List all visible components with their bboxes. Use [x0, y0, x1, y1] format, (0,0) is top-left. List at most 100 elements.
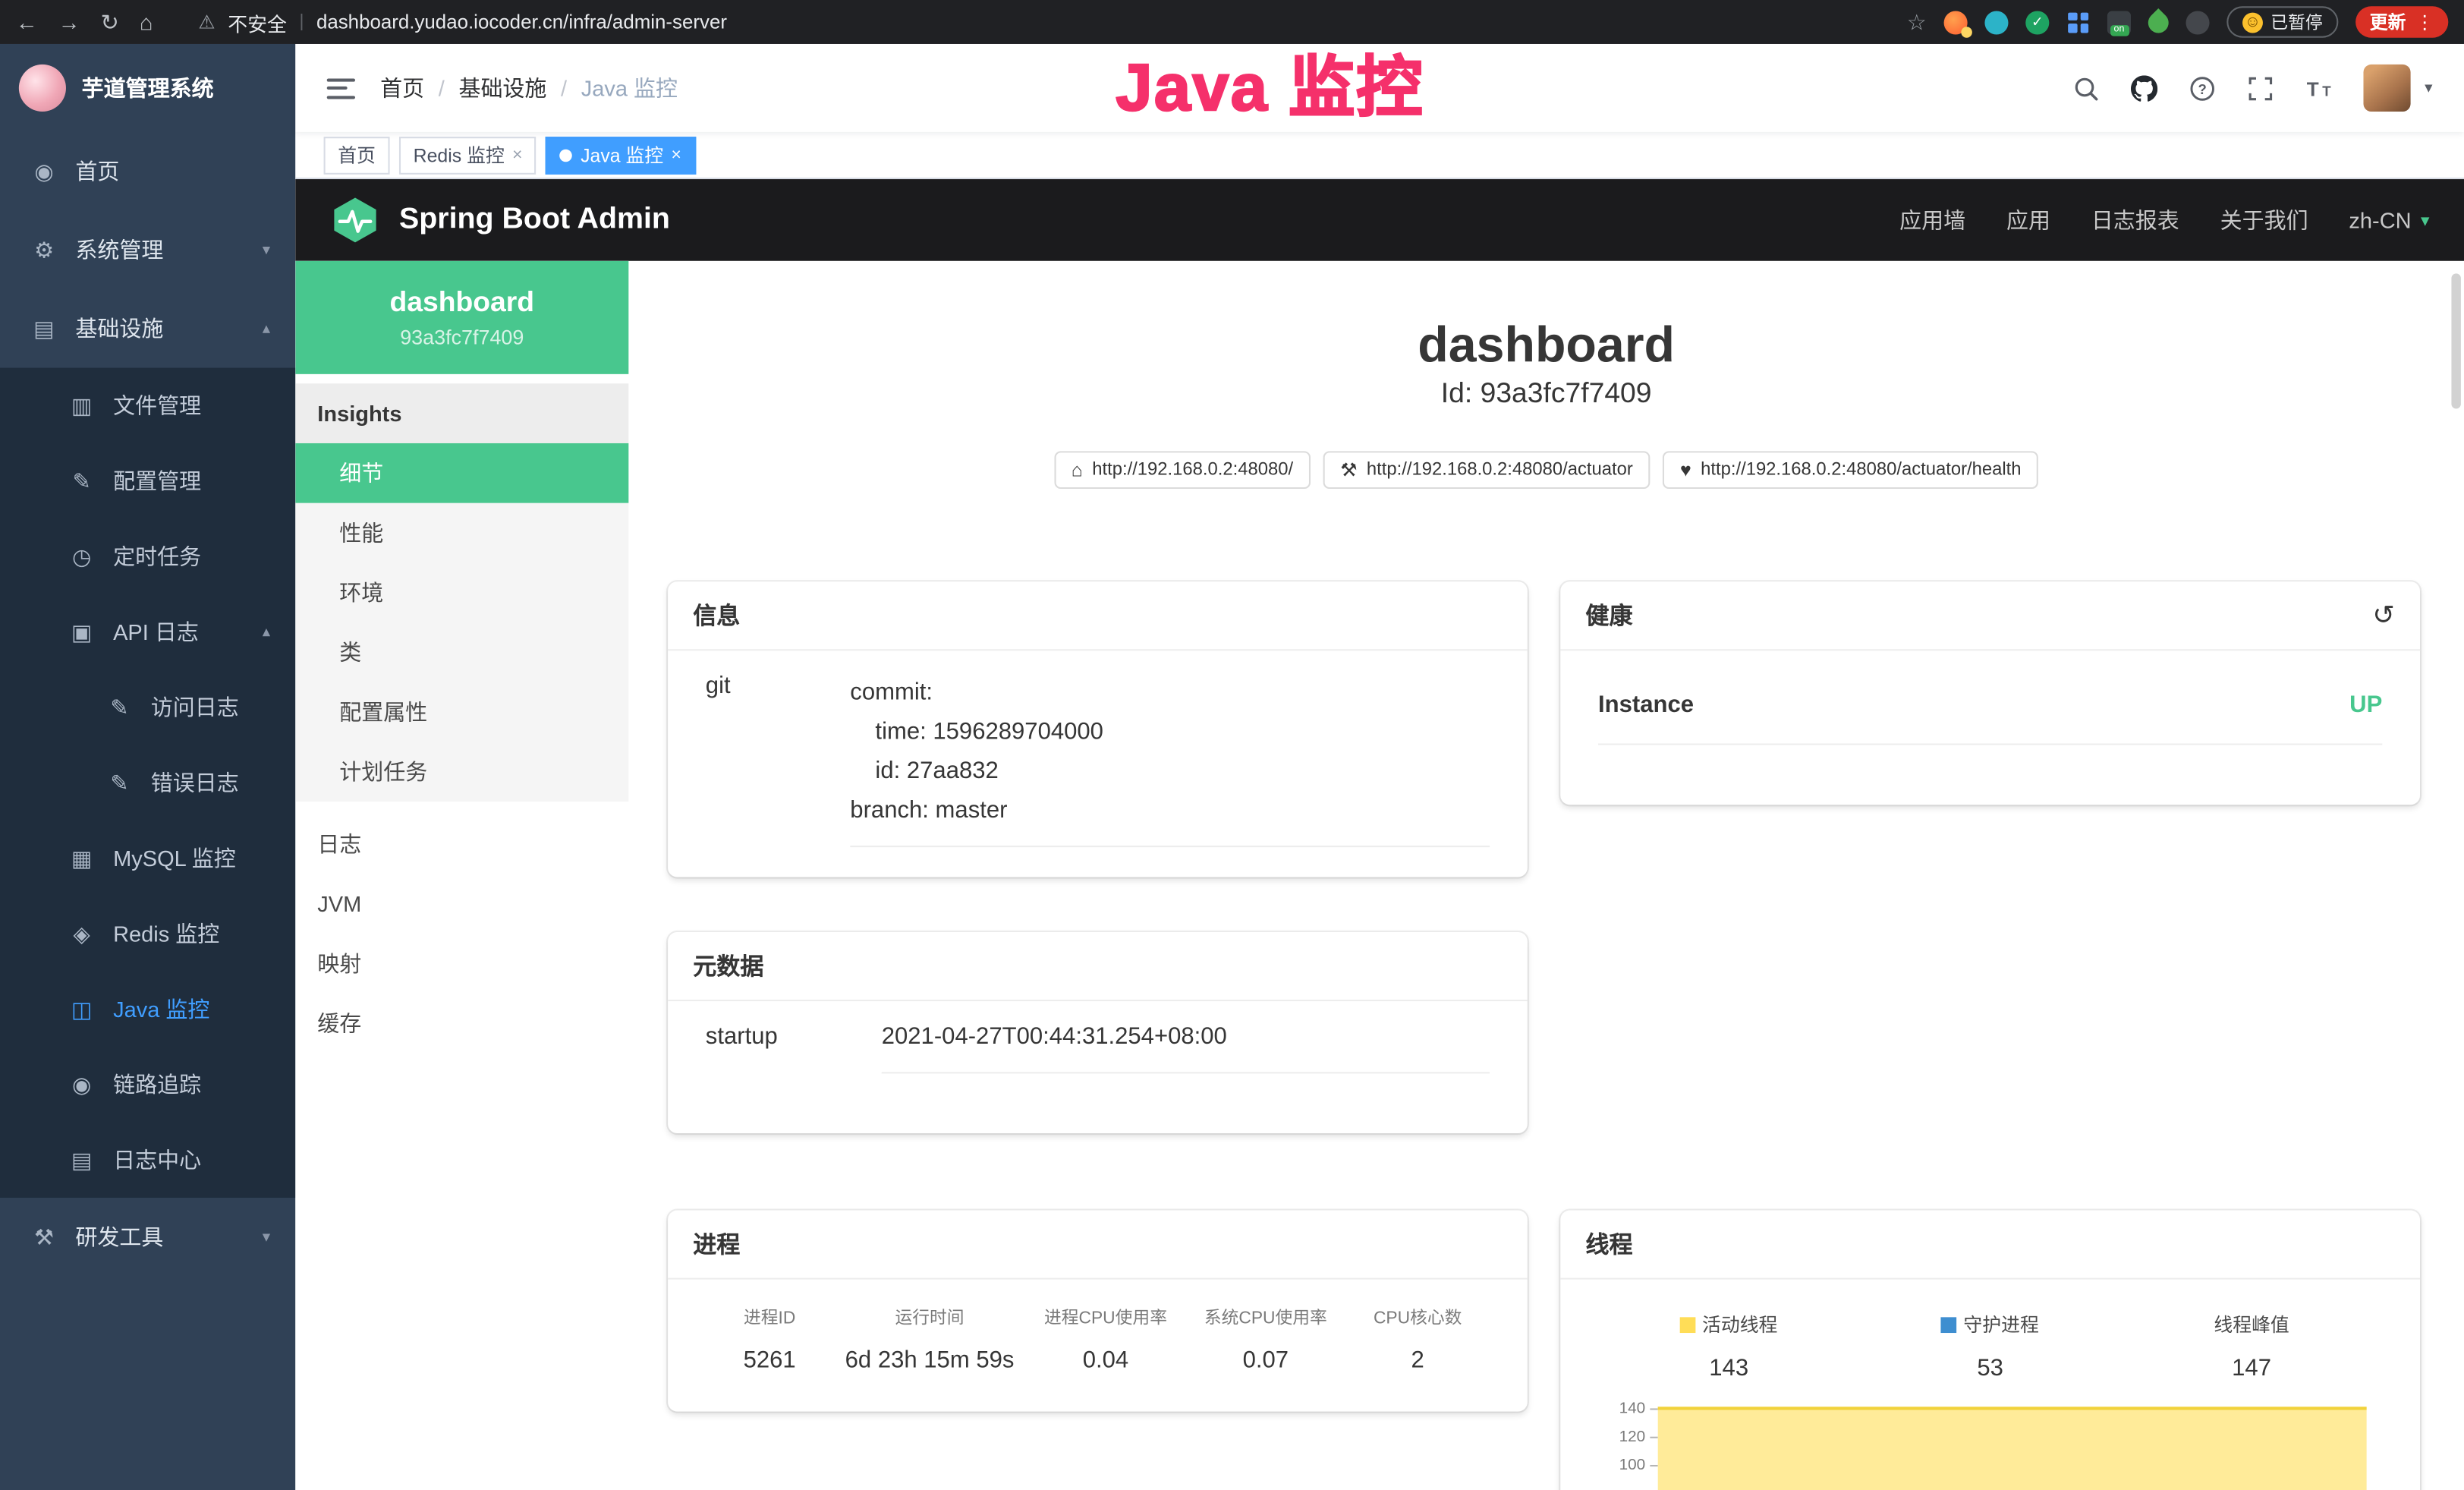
help-icon[interactable]: ? [2189, 74, 2217, 102]
sidebar-item-system[interactable]: ⚙ 系统管理 ▾ [0, 210, 295, 289]
tab-java-monitor[interactable]: Java 监控 × [546, 136, 696, 174]
log-icon: ▣ [69, 619, 94, 645]
health-url-button[interactable]: ♥ http://192.168.0.2:48080/actuator/heal… [1663, 452, 2038, 490]
github-icon[interactable] [2131, 74, 2159, 102]
address-bar[interactable]: ⚠ 不安全 | dashboard.yudao.iocoder.cn/infra… [198, 7, 1887, 36]
actuator-url-button[interactable]: ⚒ http://192.168.0.2:48080/actuator [1323, 452, 1650, 490]
browser-back-icon[interactable]: ← [16, 11, 38, 33]
sidebar-item-trace[interactable]: ◉ 链路追踪 [0, 1047, 295, 1122]
metadata-card-title: 元数据 [693, 950, 763, 983]
browser-update-button[interactable]: 更新 ⋮ [2355, 6, 2448, 37]
tab-bar: 首页 Redis 监控 × Java 监控 × [295, 132, 2464, 179]
sba-brand-title[interactable]: Spring Boot Admin [399, 203, 670, 238]
instance-name: dashboard [390, 286, 535, 319]
sidebar-item-error-log[interactable]: ✎ 错误日志 [0, 745, 295, 821]
sidebar-item-api-log[interactable]: ▣ API 日志 ▴ [0, 594, 295, 669]
url-separator: | [299, 13, 304, 32]
bookmark-star-icon[interactable]: ☆ [1907, 8, 1927, 35]
search-icon[interactable] [2072, 74, 2101, 102]
sba-menu-details[interactable]: 细节 [295, 443, 628, 503]
instance-header[interactable]: dashboard 93a3fc7f7409 [295, 261, 628, 374]
sidebar-item-java-monitor[interactable]: ◫ Java 监控 [0, 972, 295, 1047]
sidebar-item-home[interactable]: ◉ 首页 [0, 132, 295, 211]
tab-redis-monitor[interactable]: Redis 监控 × [399, 136, 537, 174]
tools-icon: ⚒ [31, 1224, 56, 1250]
sba-nav-journal[interactable]: 日志报表 [2091, 204, 2179, 235]
browser-menu-kebab-icon[interactable]: ⋮ [2415, 11, 2434, 33]
browser-reload-icon[interactable]: ↻ [101, 11, 119, 33]
avatar-caret-icon[interactable]: ▾ [2425, 80, 2432, 97]
status-badge: UP [2349, 692, 2382, 719]
extension-switch-icon[interactable]: on [2107, 10, 2131, 33]
chevron-down-icon: ▾ [263, 1228, 270, 1246]
sidebar-item-redis-monitor[interactable]: ◈ Redis 监控 [0, 896, 295, 971]
info-card: 信息 git commit: time: 1596289704000 [668, 582, 1528, 877]
extension-octopus-icon[interactable] [2186, 10, 2209, 33]
sba-nav-wallboard[interactable]: 应用墙 [1899, 204, 1965, 235]
breadcrumb-section[interactable]: 基础设施 [458, 72, 546, 103]
close-icon[interactable]: × [672, 146, 681, 165]
file-icon: ▥ [69, 392, 94, 419]
instance-links: ⌂ http://192.168.0.2:48080/ ⚒ http://192… [628, 452, 2464, 490]
heartbeat-icon: ♥ [1680, 461, 1691, 480]
sba-menu-mappings[interactable]: 映射 [295, 934, 628, 994]
health-instance-label: Instance [1598, 692, 1694, 719]
process-card: 进程 进程ID 运行时间 进程CPU使用率 系统CPU使用率 [668, 1211, 1528, 1412]
sba-menu-scheduled-tasks[interactable]: 计划任务 [295, 742, 628, 802]
sidebar-item-scheduled-job[interactable]: ◷ 定时任务 [0, 518, 295, 594]
sba-menu-caches[interactable]: 缓存 [295, 994, 628, 1054]
sba-insights-submenu: 细节 性能 环境 类 配置属性 计划任务 [295, 443, 628, 802]
sidebar-item-file-manage[interactable]: ▥ 文件管理 [0, 368, 295, 443]
threads-legend: 活动线程 守护进程 线程峰值 143 53 147 [1598, 1302, 2382, 1382]
sba-nav-about[interactable]: 关于我们 [2220, 204, 2308, 235]
home-icon: ⌂ [1072, 461, 1083, 480]
wrench-icon: ⚒ [1340, 461, 1357, 480]
page-subtitle: Id: 93a3fc7f7409 [628, 378, 2464, 411]
locale-selector[interactable]: zh-CN ▾ [2349, 207, 2429, 232]
sba-menu-environment[interactable]: 环境 [295, 562, 628, 622]
app-menu: ◉ 首页 ⚙ 系统管理 ▾ ▤ 基础设施 ▴ ▥ 文件管理 [0, 132, 295, 1277]
page-title: dashboard [628, 314, 2464, 374]
sidebar-collapse-icon[interactable] [327, 78, 355, 99]
tab-home[interactable]: 首页 [324, 136, 390, 174]
sidebar-item-access-log[interactable]: ✎ 访问日志 [0, 669, 295, 745]
sidebar-item-devtools[interactable]: ⚒ 研发工具 ▾ [0, 1198, 295, 1277]
active-threads-area [1658, 1407, 2367, 1490]
app-logo[interactable]: 芋道管理系统 [0, 44, 295, 132]
security-warning-label[interactable]: 不安全 [228, 7, 287, 36]
extension-fox-icon[interactable] [1944, 10, 1968, 33]
close-icon[interactable]: × [512, 146, 522, 165]
fullscreen-icon[interactable] [2247, 74, 2275, 102]
browser-chrome: ← → ↻ ⌂ ⚠ 不安全 | dashboard.yudao.iocoder.… [0, 0, 2464, 44]
breadcrumb-home[interactable]: 首页 [380, 72, 424, 103]
profile-paused-badge[interactable]: ☺ 已暂停 [2226, 6, 2338, 37]
sidebar-item-log-center[interactable]: ▤ 日志中心 [0, 1123, 295, 1198]
history-icon[interactable]: ↺ [2372, 600, 2395, 632]
threads-chart-plot [1658, 1401, 2367, 1490]
extension-pin-icon[interactable] [1984, 10, 2008, 33]
url-text[interactable]: dashboard.yudao.iocoder.cn/infra/admin-s… [316, 11, 727, 33]
sba-nav-applications[interactable]: 应用 [2006, 204, 2050, 235]
screenshot-stage: ← → ↻ ⌂ ⚠ 不安全 | dashboard.yudao.iocoder.… [0, 0, 2464, 1490]
threads-card: 线程 活动线程 守护进程 线程峰值 143 53 [1560, 1211, 2420, 1490]
extension-check-icon[interactable]: ✓ [2025, 10, 2049, 33]
update-label: 更新 [2370, 9, 2406, 34]
browser-forward-icon[interactable]: → [58, 11, 80, 33]
sba-menu-beans[interactable]: 类 [295, 622, 628, 682]
svg-text:?: ? [2199, 80, 2208, 96]
extension-grid-icon[interactable] [2066, 10, 2090, 33]
scrollbar-thumb[interactable] [2451, 273, 2460, 408]
service-url-button[interactable]: ⌂ http://192.168.0.2:48080/ [1054, 452, 1311, 490]
sba-menu-metrics[interactable]: 性能 [295, 503, 628, 563]
font-size-icon[interactable]: TT [2305, 74, 2333, 102]
browser-home-icon[interactable]: ⌂ [140, 11, 153, 33]
user-avatar[interactable] [2363, 65, 2410, 112]
sidebar-item-mysql-monitor[interactable]: ▦ MySQL 监控 [0, 821, 295, 896]
sba-menu-configprops[interactable]: 配置属性 [295, 682, 628, 742]
sba-menu-loggers[interactable]: 日志 [295, 814, 628, 874]
sidebar-item-infra[interactable]: ▤ 基础设施 ▴ [0, 289, 295, 368]
info-value: commit: time: 1596289704000 id: 27aa832 … [850, 673, 1490, 848]
sidebar-item-config-manage[interactable]: ✎ 配置管理 [0, 443, 295, 518]
sba-menu-jvm[interactable]: JVM [295, 874, 628, 934]
extension-leaf-icon[interactable] [2144, 8, 2173, 36]
